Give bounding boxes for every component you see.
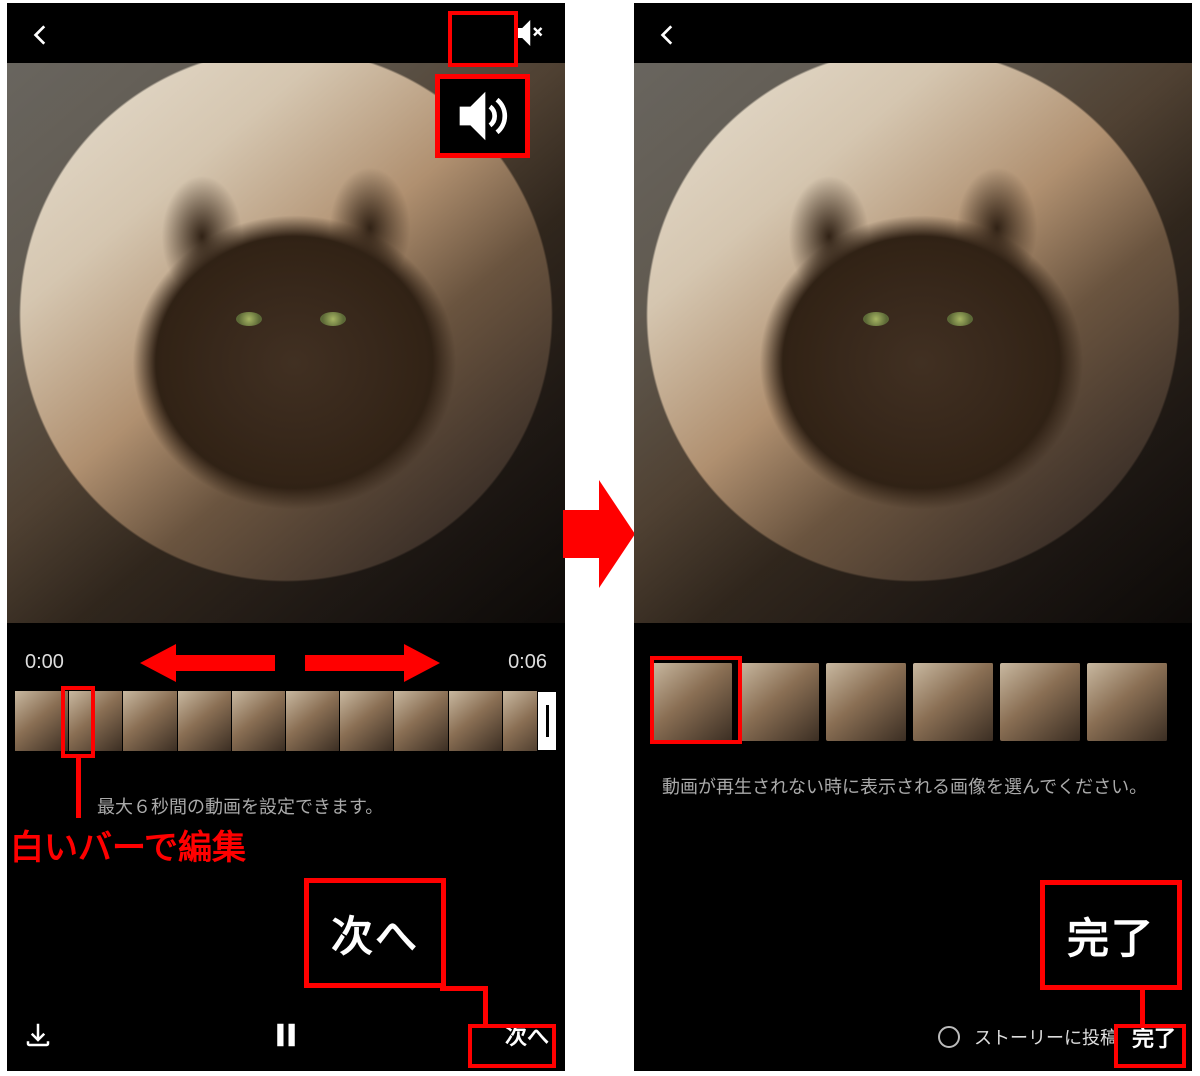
back-button[interactable]: [21, 15, 61, 55]
callout-handle-box: [61, 686, 95, 758]
story-label: ストーリーに投稿: [974, 1024, 1118, 1050]
trim-filmstrip[interactable]: [15, 691, 557, 751]
callout-connector-2b: [483, 986, 488, 1028]
callout-connector-3: [1140, 990, 1145, 1026]
callout-sound-on: [435, 74, 530, 158]
drag-arrows: [140, 640, 440, 686]
callout-done: 完了: [1040, 880, 1182, 990]
trim-hint: 最大６秒間の動画を設定できます。: [97, 793, 383, 819]
callout-done-target: [1114, 1024, 1186, 1068]
thumb-hint: 動画が再生されない時に表示される画像を選んでください。: [662, 773, 1147, 799]
header: [634, 3, 1192, 63]
callout-connector-2a: [440, 986, 488, 991]
circle-crop-mask: [634, 63, 1192, 623]
arrow-right-big: [563, 480, 635, 588]
callout-next: 次へ: [304, 878, 446, 988]
thumbnail-option[interactable]: [826, 663, 907, 741]
thumbnail-option[interactable]: [913, 663, 994, 741]
thumbnail-option[interactable]: [739, 663, 820, 741]
time-end: 0:06: [508, 651, 547, 674]
video-preview[interactable]: [634, 63, 1192, 623]
download-button[interactable]: [23, 1020, 53, 1050]
callout-selected-thumb: [650, 656, 742, 744]
phone-screen-trim: 0:00 0:06 最大６秒間の動画を設定できます。 次へ: [7, 3, 565, 1071]
callout-bar-label: 白いバーで編集: [10, 820, 246, 869]
callout-connector-1: [76, 758, 81, 818]
back-button[interactable]: [648, 15, 688, 55]
callout-next-target: [468, 1024, 556, 1068]
story-radio[interactable]: [938, 1026, 960, 1048]
trim-handle-right[interactable]: [537, 691, 557, 751]
thumbnail-option[interactable]: [1000, 663, 1081, 741]
time-start: 0:00: [25, 651, 64, 674]
callout-mute-box: [448, 11, 518, 67]
thumbnail-option[interactable]: [1087, 663, 1168, 741]
pause-button[interactable]: [271, 1018, 301, 1052]
